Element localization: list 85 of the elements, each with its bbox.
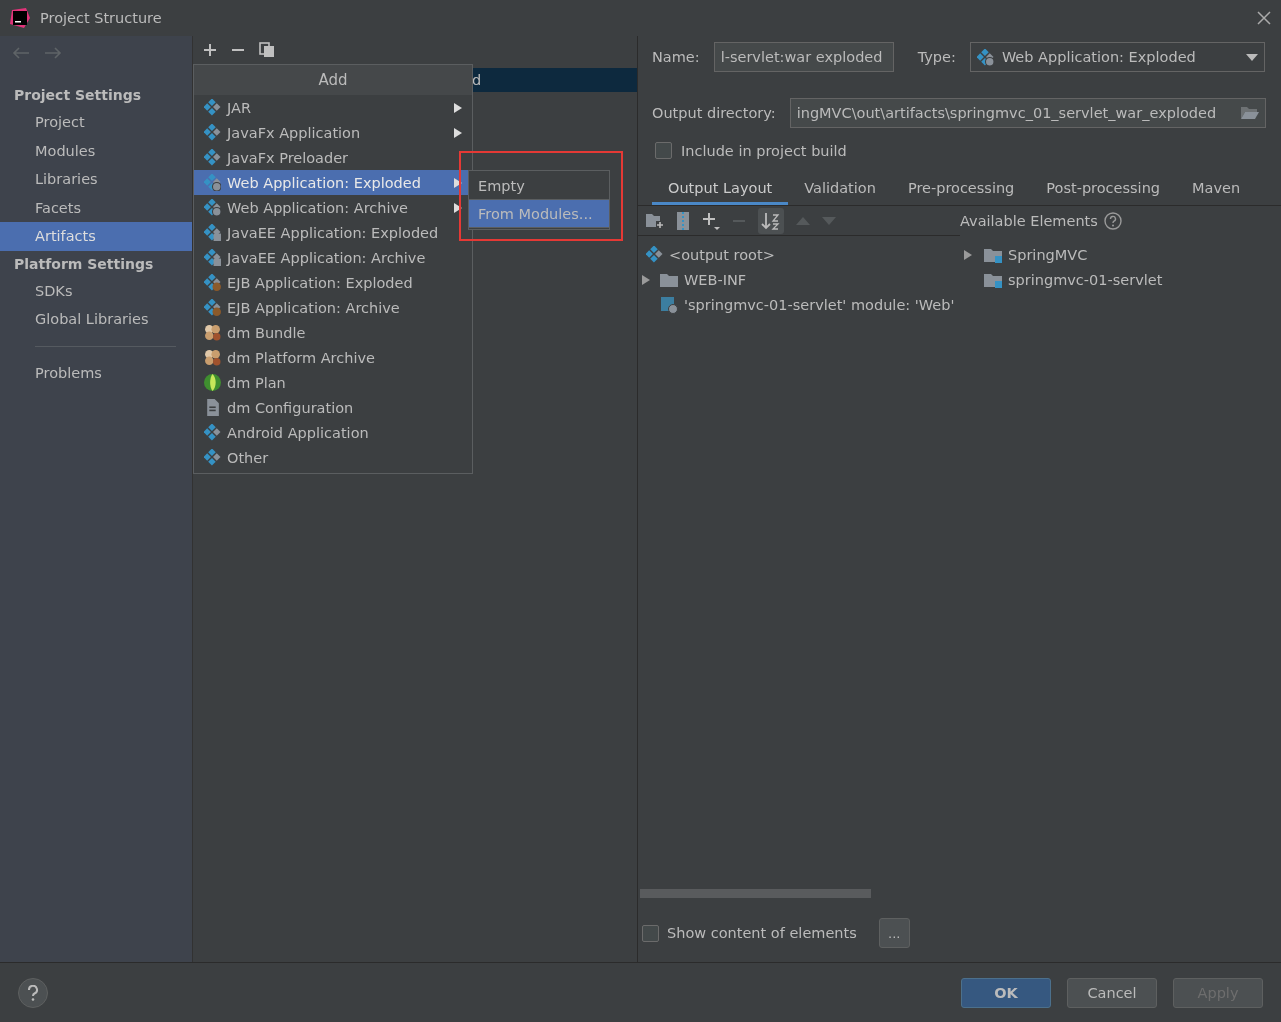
- tab[interactable]: Output Layout: [652, 173, 789, 205]
- menu-title: Add: [194, 65, 472, 95]
- tree-item[interactable]: SpringMVC: [960, 242, 1281, 267]
- show-content-checkbox[interactable]: [642, 924, 659, 942]
- scrollbar[interactable]: [640, 889, 871, 898]
- app-logo-icon: [10, 8, 30, 28]
- output-directory-label: Output directory:: [652, 105, 776, 121]
- web-artifact-icon: [204, 199, 221, 216]
- add-icon[interactable]: [702, 211, 720, 230]
- menu-item[interactable]: JavaEE Application: Exploded: [194, 220, 472, 245]
- help-icon: [27, 984, 39, 1001]
- name-field[interactable]: l-servlet:war exploded: [713, 42, 894, 72]
- section-heading: Platform Settings: [13, 254, 155, 274]
- window-title: Project Structure: [40, 10, 163, 26]
- output-directory-field[interactable]: ingMVC\out\artifacts\springmvc_01_servlet_war_exploded: [789, 98, 1266, 128]
- module-folder-icon: [984, 246, 1002, 263]
- sidebar-item[interactable]: Artifacts: [0, 222, 192, 251]
- tab[interactable]: Post-processing: [1030, 173, 1177, 205]
- menu-item[interactable]: dm Bundle: [194, 320, 472, 345]
- artifact-icon: [204, 149, 221, 166]
- menu-item[interactable]: JavaEE Application: Archive: [194, 245, 472, 270]
- document-icon: [204, 399, 221, 416]
- artifact-icon: [646, 246, 663, 263]
- menu-item[interactable]: JAR: [194, 95, 472, 120]
- menu-item[interactable]: dm Plan: [194, 370, 472, 395]
- type-label: Type:: [917, 49, 956, 65]
- menu-item[interactable]: Android Application: [194, 420, 472, 445]
- bundle-icon: [204, 324, 221, 341]
- menu-item[interactable]: EJB Application: Exploded: [194, 270, 472, 295]
- tab[interactable]: Pre-processing: [891, 173, 1031, 205]
- artifact-icon: [204, 449, 221, 466]
- dialog-button[interactable]: Cancel: [1067, 977, 1157, 1008]
- ejb-artifact-icon: [204, 299, 221, 316]
- add-icon[interactable]: [203, 43, 217, 57]
- show-content-label: Show content of elements: [667, 925, 857, 941]
- sidebar-item[interactable]: Modules: [0, 136, 192, 165]
- tree-item[interactable]: springmvc-01-servlet: [960, 267, 1281, 292]
- more-button[interactable]: ...: [878, 918, 910, 948]
- menu-item[interactable]: JavaFx Preloader: [194, 145, 472, 170]
- javaee-artifact-icon: [204, 249, 221, 266]
- tab[interactable]: Validation: [788, 173, 892, 205]
- archive-icon[interactable]: [676, 211, 690, 230]
- sidebar-item[interactable]: Project: [0, 108, 192, 137]
- dialog-button[interactable]: OK: [961, 977, 1051, 1008]
- bundle-icon: [204, 349, 221, 366]
- menu-item[interactable]: Other: [194, 445, 472, 470]
- web-artifact-icon: [976, 48, 994, 66]
- sort-icon[interactable]: [758, 207, 784, 234]
- include-label: Include in project build: [681, 142, 847, 159]
- menu-item[interactable]: JavaFx Application: [194, 120, 472, 145]
- tree-item[interactable]: 'springmvc-01-servlet' module: 'Web': [638, 292, 960, 317]
- sidebar-item[interactable]: Problems: [0, 358, 192, 387]
- name-label: Name:: [652, 49, 700, 65]
- menu-item[interactable]: EJB Application: Archive: [194, 295, 472, 320]
- copy-icon[interactable]: [259, 42, 275, 58]
- tree-item[interactable]: WEB-INF: [638, 267, 960, 292]
- folder-icon[interactable]: [1241, 106, 1259, 120]
- type-dropdown[interactable]: Web Application: Exploded: [969, 42, 1265, 72]
- artifact-icon: [204, 99, 221, 116]
- module-icon: [660, 295, 678, 314]
- artifact-icon: [204, 124, 221, 141]
- help-icon[interactable]: [1103, 212, 1122, 230]
- artifact-icon: [204, 424, 221, 441]
- menu-item[interactable]: dm Platform Archive: [194, 345, 472, 370]
- tree-item[interactable]: <output root>: [638, 242, 960, 267]
- tab[interactable]: Maven: [1176, 173, 1257, 205]
- section-heading: Project Settings: [13, 86, 143, 105]
- folder-icon: [660, 271, 678, 288]
- available-elements-label: Available Elements: [960, 213, 1098, 229]
- sidebar-item[interactable]: SDKs: [0, 276, 192, 305]
- ejb-artifact-icon: [204, 274, 221, 291]
- include-checkbox[interactable]: [655, 142, 672, 159]
- sidebar-item[interactable]: Global Libraries: [0, 305, 192, 334]
- menu-item[interactable]: dm Configuration: [194, 395, 472, 420]
- close-icon[interactable]: [1257, 11, 1271, 25]
- new-folder-icon[interactable]: [646, 213, 664, 228]
- dropdown-arrow-icon: [1246, 53, 1258, 61]
- sidebar-item[interactable]: Libraries: [0, 165, 192, 194]
- globe-icon: [204, 374, 221, 391]
- menu-item[interactable]: Web Application: Archive: [194, 195, 472, 220]
- module-folder-icon: [984, 271, 1002, 288]
- sidebar-item[interactable]: Facets: [0, 193, 192, 222]
- help-button[interactable]: [18, 977, 48, 1008]
- web-artifact-icon: [204, 174, 221, 191]
- javaee-artifact-icon: [204, 224, 221, 241]
